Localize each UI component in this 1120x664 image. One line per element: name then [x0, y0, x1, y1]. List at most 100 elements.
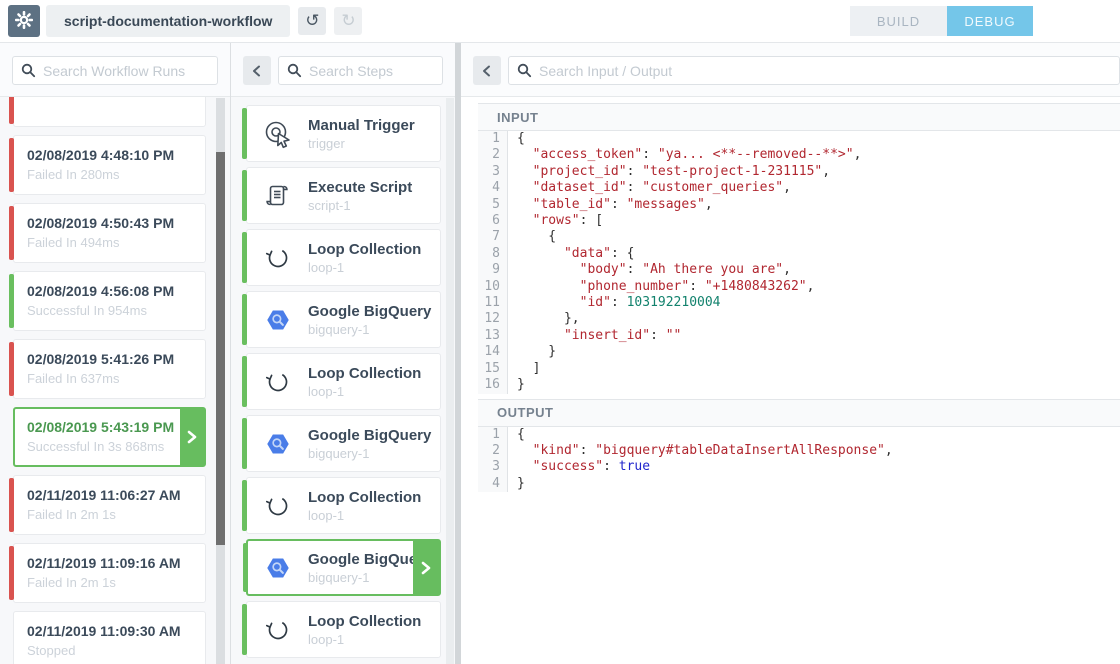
- code-line: 1{: [478, 427, 1120, 443]
- search-input-output-input[interactable]: [508, 56, 1120, 85]
- line-number: 12: [478, 311, 508, 327]
- selected-run-chevron[interactable]: [180, 409, 204, 465]
- build-tab[interactable]: BUILD: [850, 6, 947, 36]
- code-text: "phone_number": "+1480843262",: [508, 279, 814, 295]
- redo-icon: ↻: [341, 11, 355, 31]
- line-number: 9: [478, 262, 508, 278]
- code-text: "access_token": "ya... <**--removed--**>…: [508, 147, 861, 163]
- runs-scrollbar-thumb[interactable]: [216, 152, 225, 545]
- run-status: Failed In 637ms: [27, 371, 195, 386]
- io-search-box: [508, 56, 1120, 85]
- search-icon: [517, 63, 532, 78]
- workflow-run-card[interactable]: 02/08/2019 4:48:10 PM Failed In 280ms: [13, 135, 206, 195]
- bigquery-icon: [263, 429, 293, 459]
- chevron-left-icon: [480, 64, 494, 78]
- steps-scrollbar[interactable]: [446, 98, 454, 664]
- chevron-right-icon: [184, 429, 200, 445]
- search-workflow-runs-input[interactable]: [12, 56, 218, 85]
- workflow-run-card[interactable]: 02/08/2019 5:43:19 PM Successful In 3s 8…: [13, 407, 206, 467]
- code-line: 16}: [478, 377, 1120, 393]
- io-back-button[interactable]: [473, 56, 501, 85]
- run-timestamp: 02/08/2019 4:50:43 PM: [27, 215, 195, 231]
- runs-scrollbar[interactable]: [216, 98, 225, 664]
- workflow-step-card[interactable]: Google BigQuery bigquery-1: [246, 415, 441, 472]
- step-status-bar: [242, 294, 247, 345]
- chevron-left-icon: [250, 64, 264, 78]
- workflow-steps-panel: Manual Trigger trigger Execute Script sc…: [231, 43, 455, 664]
- step-text: Execute Script script-1: [308, 179, 412, 213]
- run-status-bar: [9, 138, 14, 192]
- workflow-step-card[interactable]: Execute Script script-1: [246, 167, 441, 224]
- step-text: Google BigQuery bigquery-1: [308, 427, 431, 461]
- code-line: 6 "rows": [: [478, 213, 1120, 229]
- workflow-step-card[interactable]: Google BigQuery bigquery-1: [246, 539, 441, 596]
- run-timestamp: 02/08/2019 5:41:26 PM: [27, 351, 195, 367]
- line-number: 13: [478, 328, 508, 344]
- run-timestamp: 02/11/2019 11:06:27 AM: [27, 487, 195, 503]
- step-status-bar: [243, 543, 248, 592]
- workflow-step-card[interactable]: Loop Collection loop-1: [246, 601, 441, 658]
- script-icon: [263, 181, 293, 211]
- line-number: 10: [478, 279, 508, 295]
- code-text: {: [508, 131, 525, 147]
- code-line: 2 "access_token": "ya... <**--removed--*…: [478, 147, 1120, 163]
- code-line: 15 ]: [478, 361, 1120, 377]
- step-title: Loop Collection: [308, 489, 421, 506]
- workflow-run-card[interactable]: 02/08/2019 4:56:08 PM Successful In 954m…: [13, 271, 206, 331]
- output-code-block: 1{2 "kind": "bigquery#tableDataInsertAll…: [478, 427, 1120, 493]
- input-code-block: 1{2 "access_token": "ya... <**--removed-…: [478, 131, 1120, 394]
- step-status-bar: [242, 232, 247, 283]
- search-icon: [21, 63, 36, 78]
- line-number: 3: [478, 459, 508, 475]
- steps-back-button[interactable]: [243, 56, 271, 85]
- code-text: },: [508, 311, 580, 327]
- code-text: "success": true: [508, 459, 650, 475]
- workflow-step-card[interactable]: Loop Collection loop-1: [246, 477, 441, 534]
- code-text: "insert_id": "": [508, 328, 681, 344]
- step-subtitle: bigquery-1: [308, 322, 431, 337]
- workflow-run-card[interactable]: Failed In 501ms: [13, 97, 206, 127]
- line-number: 4: [478, 180, 508, 196]
- code-text: {: [508, 229, 556, 245]
- undo-button[interactable]: ↺: [298, 7, 326, 35]
- redo-button[interactable]: ↻: [334, 7, 362, 35]
- run-status: Successful In 954ms: [27, 303, 195, 318]
- workflow-run-card[interactable]: 02/11/2019 11:09:30 AM Stopped: [13, 611, 206, 664]
- steps-search-box: [278, 56, 443, 85]
- step-status-bar: [242, 170, 247, 221]
- code-line: 3 "project_id": "test-project-1-231115",: [478, 164, 1120, 180]
- line-number: 4: [478, 476, 508, 492]
- line-number: 1: [478, 427, 508, 443]
- code-line: 7 {: [478, 229, 1120, 245]
- workflow-settings-button[interactable]: [8, 5, 40, 37]
- code-line: 9 "body": "Ah there you are",: [478, 262, 1120, 278]
- step-subtitle: bigquery-1: [308, 446, 431, 461]
- run-status: Failed In 2m 1s: [27, 507, 195, 522]
- selected-step-chevron[interactable]: [413, 541, 439, 594]
- workflow-run-card[interactable]: 02/08/2019 4:50:43 PM Failed In 494ms: [13, 203, 206, 263]
- code-text: "body": "Ah there you are",: [508, 262, 791, 278]
- workflow-step-card[interactable]: Manual Trigger trigger: [246, 105, 441, 162]
- workflow-run-card[interactable]: 02/11/2019 11:09:16 AM Failed In 2m 1s: [13, 543, 206, 603]
- line-number: 11: [478, 295, 508, 311]
- code-line: 12 },: [478, 311, 1120, 327]
- code-text: }: [508, 377, 525, 393]
- code-text: }: [508, 344, 556, 360]
- workflow-runs-panel: Failed In 501ms 02/08/2019 4:48:10 PM Fa…: [0, 43, 231, 664]
- workflow-name[interactable]: script-documentation-workflow: [46, 5, 290, 37]
- workflow-run-card[interactable]: 02/11/2019 11:06:27 AM Failed In 2m 1s: [13, 475, 206, 535]
- workflow-run-card[interactable]: 02/08/2019 5:41:26 PM Failed In 637ms: [13, 339, 206, 399]
- workflow-step-card[interactable]: Loop Collection loop-1: [246, 353, 441, 410]
- line-number: 14: [478, 344, 508, 360]
- workflow-step-card[interactable]: Google BigQuery bigquery-1: [246, 291, 441, 348]
- code-text: "rows": [: [508, 213, 603, 229]
- debug-tab[interactable]: DEBUG: [947, 6, 1033, 36]
- output-section: OUTPUT 1{2 "kind": "bigquery#tableDataIn…: [478, 399, 1120, 493]
- gear-icon: [15, 11, 33, 32]
- workflow-steps-list: Manual Trigger trigger Execute Script sc…: [231, 97, 455, 664]
- workflow-step-card[interactable]: Loop Collection loop-1: [246, 229, 441, 286]
- input-section: INPUT 1{2 "access_token": "ya... <**--re…: [478, 103, 1120, 394]
- search-steps-input[interactable]: [278, 56, 443, 85]
- input-section-header: INPUT: [478, 103, 1120, 131]
- code-text: "id": 103192210004: [508, 295, 721, 311]
